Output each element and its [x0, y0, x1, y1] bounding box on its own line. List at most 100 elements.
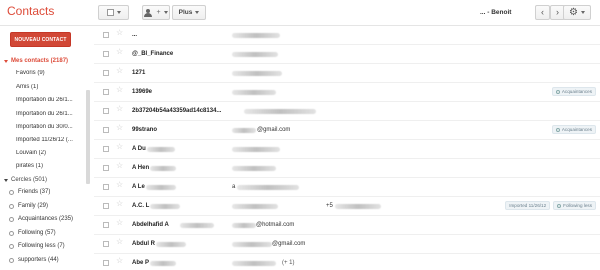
redacted-name	[180, 223, 214, 228]
contact-list: ☆ ... ☆ @_Bl_Finance ☆ 1271 ☆ 13969e Acq…	[94, 26, 600, 270]
star-icon[interactable]: ☆	[116, 162, 123, 170]
star-icon[interactable]: ☆	[116, 86, 123, 94]
sidebar-item[interactable]: Imported 11/26/12 (...	[16, 137, 82, 143]
redacted-email	[244, 109, 316, 114]
circle-icon	[555, 127, 560, 132]
contact-name: 2b37204b54a43359ad14c8134...	[132, 108, 222, 114]
pagination-range: ... - Benoit	[480, 9, 512, 16]
star-icon[interactable]: ☆	[116, 124, 123, 132]
circle-icon	[9, 243, 14, 249]
sidebar-item[interactable]: Importation du 26/1...	[16, 111, 82, 117]
sidebar-item[interactable]: Favoris (9)	[16, 70, 82, 76]
contact-row[interactable]: ☆ A.C. L +5 Imported 11/26/12 Following …	[94, 197, 600, 216]
circle-item[interactable]: Acquaintances (235)	[9, 216, 73, 222]
circle-item[interactable]: Friends (37)	[9, 189, 50, 195]
star-icon[interactable]: ☆	[116, 238, 123, 246]
contact-row[interactable]: ☆ 13969e Acquaintances	[94, 83, 600, 102]
contact-row[interactable]: ☆ Abdelhafid A @hotmail.com	[94, 216, 600, 235]
row-checkbox[interactable]	[103, 241, 109, 247]
redacted-email	[232, 71, 282, 76]
sidebar-scrollbar[interactable]	[86, 90, 90, 184]
row-checkbox[interactable]	[103, 89, 109, 95]
star-icon[interactable]: ☆	[116, 219, 123, 227]
caret-down-icon	[116, 11, 121, 14]
row-checkbox[interactable]	[103, 70, 109, 76]
sidebar-item[interactable]: Louvain (2)	[16, 150, 82, 156]
more-label: Plus	[178, 9, 193, 16]
circle-item[interactable]: Following (57)	[9, 230, 56, 236]
contact-row[interactable]: ☆ @_Bl_Finance	[94, 45, 600, 64]
contact-phone: +5	[326, 203, 333, 209]
row-checkbox[interactable]	[103, 127, 109, 133]
gear-icon: ⚙	[569, 6, 578, 18]
contact-tags: Acquaintances	[551, 87, 596, 96]
redacted-email	[232, 204, 278, 209]
star-icon[interactable]: ☆	[116, 48, 123, 56]
redacted-name	[150, 261, 176, 266]
contact-row[interactable]: ☆ 1271	[94, 64, 600, 83]
star-icon[interactable]: ☆	[116, 181, 123, 189]
redacted-email	[232, 166, 276, 171]
row-checkbox[interactable]	[103, 222, 109, 228]
row-checkbox[interactable]	[103, 260, 109, 266]
circle-icon	[9, 257, 14, 263]
sidebar-item[interactable]: Importation du 26/1...	[16, 97, 82, 103]
circle-label: Following (57)	[18, 230, 56, 236]
star-icon[interactable]: ☆	[116, 29, 123, 37]
caret-down-icon	[195, 11, 200, 14]
circle-item[interactable]: Family (29)	[9, 203, 48, 209]
circle-tag[interactable]: Imported 11/26/12	[505, 201, 551, 210]
star-icon[interactable]: ☆	[116, 257, 123, 265]
sidebar-item[interactable]: Importation du 30/0...	[16, 124, 82, 130]
more-button[interactable]: Plus	[172, 5, 206, 20]
select-checkbox-button[interactable]	[98, 5, 129, 20]
contact-row[interactable]: ☆ Abdul R @gmail.com	[94, 235, 600, 254]
new-contact-button[interactable]: NOUVEAU CONTACT	[10, 32, 71, 47]
star-icon[interactable]: ☆	[116, 200, 123, 208]
circle-item[interactable]: Following less (7)	[9, 243, 65, 249]
circles-group[interactable]: Cercles (501)	[4, 177, 47, 183]
row-checkbox[interactable]	[103, 32, 109, 38]
circle-item[interactable]: supporters (44)	[9, 257, 59, 263]
redacted-name	[147, 147, 175, 152]
row-checkbox[interactable]	[103, 108, 109, 114]
contact-row[interactable]: ☆ ...	[94, 26, 600, 45]
top-toolbar: Contacts + Plus ... - Benoit ‹ › ⚙	[0, 0, 600, 26]
circle-tag[interactable]: Acquaintances	[551, 87, 596, 96]
my-contacts-label: Mes contacts (2187)	[11, 58, 69, 64]
circle-icon	[9, 216, 14, 222]
circle-label: Following less (7)	[18, 243, 65, 249]
contact-email: @gmail.com	[257, 127, 291, 133]
row-checkbox[interactable]	[103, 165, 109, 171]
contact-name: A.C. L	[132, 203, 150, 209]
row-checkbox[interactable]	[103, 51, 109, 57]
settings-button[interactable]: ⚙	[563, 5, 591, 20]
row-checkbox[interactable]	[103, 146, 109, 152]
contact-row[interactable]: ☆ Abe P (+ 1)	[94, 254, 600, 270]
star-icon[interactable]: ☆	[116, 105, 123, 113]
circles-label: Cercles (501)	[11, 177, 48, 183]
star-icon[interactable]: ☆	[116, 143, 123, 151]
contact-row[interactable]: ☆ 2b37204b54a43359ad14c8134...	[94, 102, 600, 121]
contact-row[interactable]: ☆ A Le a	[94, 178, 600, 197]
sidebar: NOUVEAU CONTACT Mes contacts (2187) Favo…	[0, 26, 94, 270]
app-title[interactable]: Contacts	[7, 4, 54, 18]
contact-name: A Hen	[132, 165, 150, 171]
circle-tag[interactable]: Following less	[553, 201, 596, 210]
row-checkbox[interactable]	[103, 203, 109, 209]
contact-row[interactable]: ☆ A Hen	[94, 159, 600, 178]
my-contacts-group[interactable]: Mes contacts (2187)	[4, 58, 68, 64]
add-to-circle-button[interactable]: +	[142, 5, 170, 20]
star-icon[interactable]: ☆	[116, 67, 123, 75]
contact-name: 99strano	[132, 127, 158, 133]
circle-tag[interactable]: Acquaintances	[551, 125, 596, 134]
contact-name: Abdul R	[132, 241, 155, 247]
sidebar-item[interactable]: Amis (1)	[16, 84, 82, 90]
contact-row[interactable]: ☆ A Du	[94, 140, 600, 159]
tag-label: Acquaintances	[561, 89, 592, 94]
sidebar-item[interactable]: pirates (1)	[16, 163, 82, 169]
contact-row[interactable]: ☆ 99strano @gmail.com Acquaintances	[94, 121, 600, 140]
previous-page-button[interactable]: ‹	[535, 5, 550, 20]
tag-label: Following less	[563, 203, 592, 208]
row-checkbox[interactable]	[103, 184, 109, 190]
